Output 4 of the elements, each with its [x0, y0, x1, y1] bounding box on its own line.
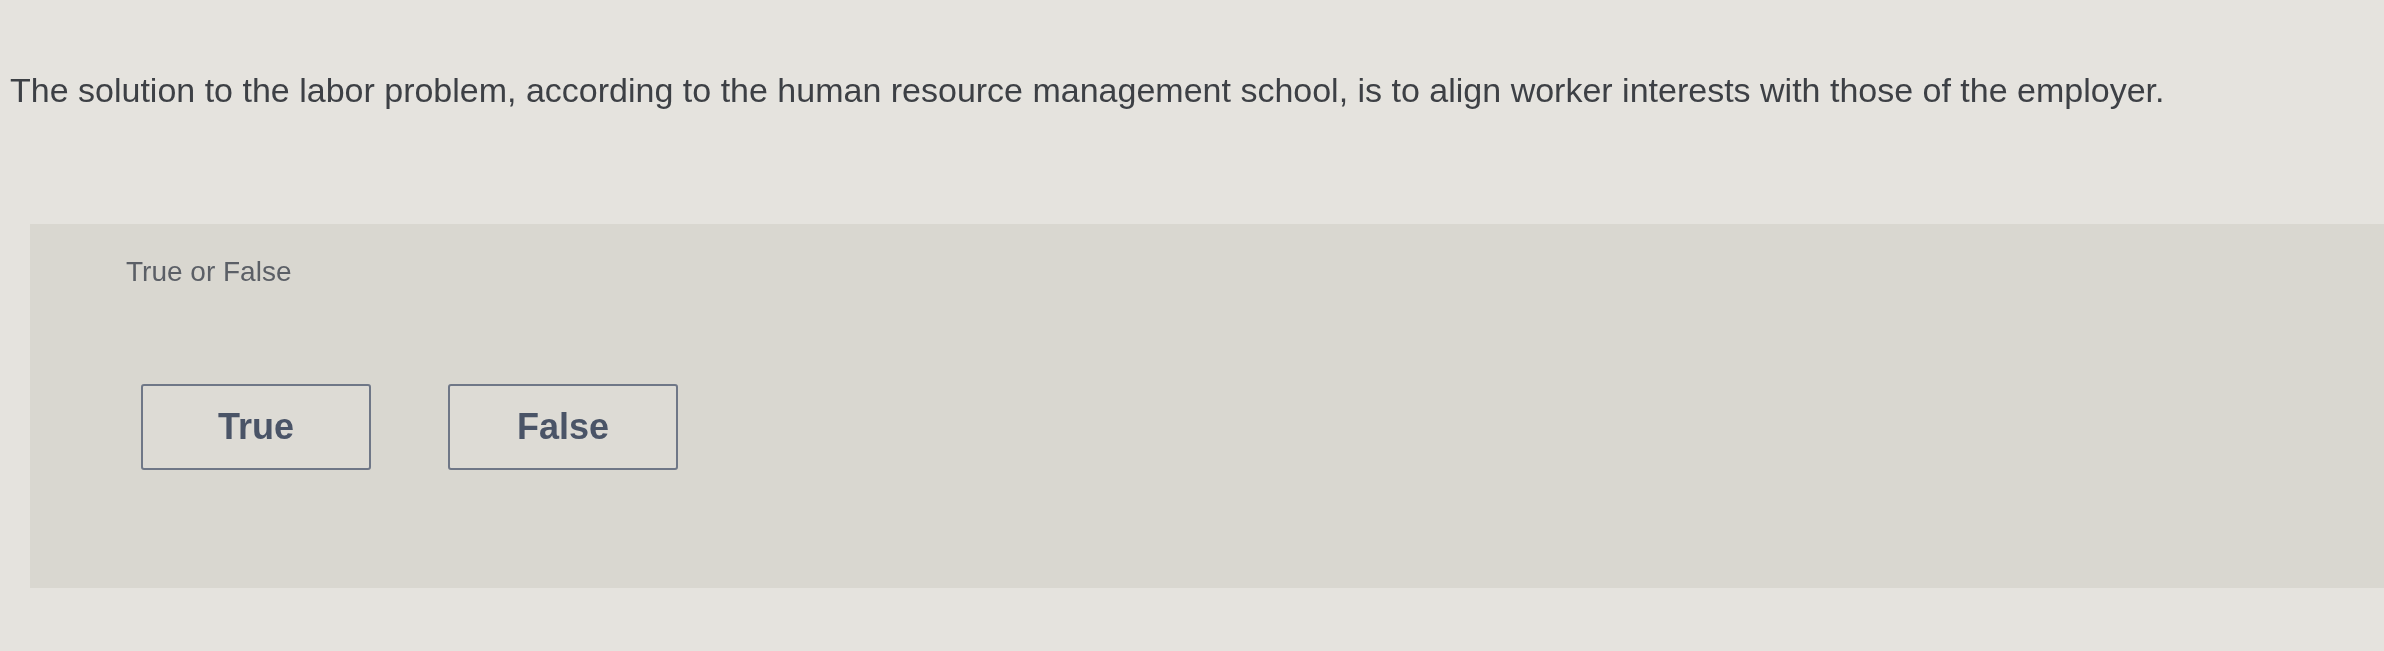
question-text: The solution to the labor problem, according to the human resource management school, is to align worker interests with those of the employer.	[9, 70, 2165, 110]
answer-option-button[interactable]: False	[448, 384, 678, 470]
answer-type-label: True or False	[126, 256, 292, 288]
answer-option-button[interactable]: True	[141, 384, 371, 470]
